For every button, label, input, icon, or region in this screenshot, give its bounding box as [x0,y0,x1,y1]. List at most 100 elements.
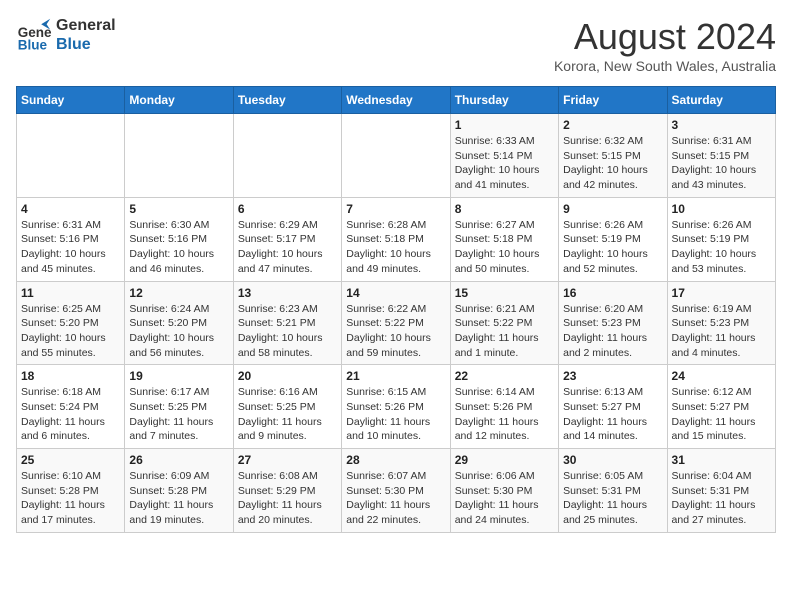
calendar-week-1: 1 Sunrise: 6:33 AMSunset: 5:14 PMDaylight… [17,114,776,198]
calendar-cell: 4Sunrise: 6:31 AMSunset: 5:16 PMDaylight… [17,197,125,281]
day-number: 9 [563,202,662,216]
day-info: Sunrise: 6:04 AMSunset: 5:31 PMDaylight:… [672,469,771,528]
calendar-cell: 29 Sunrise: 6:06 AMSunset: 5:30 PMDayligh… [450,449,558,533]
day-header-tuesday: Tuesday [233,87,341,114]
day-header-saturday: Saturday [667,87,775,114]
day-info: Sunrise: 6:28 AMSunset: 5:18 PMDaylight:… [346,218,445,277]
day-info: Sunrise: 6:07 AMSunset: 5:30 PMDaylight:… [346,469,445,528]
day-number: 31 [672,453,771,467]
day-number: 24 [672,369,771,383]
day-info: Sunrise: 6:13 AMSunset: 5:27 PMDaylight:… [563,385,662,444]
day-info: Sunrise: 6:24 AMSunset: 5:20 PMDaylight:… [129,302,228,361]
day-header-sunday: Sunday [17,87,125,114]
calendar-cell: 22Sunrise: 6:14 AMSunset: 5:26 PMDayligh… [450,365,558,449]
day-info: Sunrise: 6:20 AMSunset: 5:23 PMDaylight:… [563,302,662,361]
day-info: Sunrise: 6:31 AMSunset: 5:15 PMDaylight:… [672,134,771,193]
day-info: Sunrise: 6:25 AMSunset: 5:20 PMDaylight:… [21,302,120,361]
day-number: 10 [672,202,771,216]
day-number: 28 [346,453,445,467]
calendar-cell: 27 Sunrise: 6:08 AMSunset: 5:29 PMDayligh… [233,449,341,533]
day-number: 1 [455,118,554,132]
calendar-cell [125,114,233,198]
day-number: 13 [238,286,337,300]
day-number: 20 [238,369,337,383]
day-number: 29 [455,453,554,467]
day-info: Sunrise: 6:23 AMSunset: 5:21 PMDaylight:… [238,302,337,361]
day-info: Sunrise: 6:16 AMSunset: 5:25 PMDaylight:… [238,385,337,444]
calendar-cell: 11 Sunrise: 6:25 AMSunset: 5:20 PMDayligh… [17,281,125,365]
calendar-cell: 18 Sunrise: 6:18 AMSunset: 5:24 PMDayligh… [17,365,125,449]
logo: General Blue General Blue [16,16,116,54]
calendar-cell: 24 Sunrise: 6:12 AMSunset: 5:27 PMDayligh… [667,365,775,449]
calendar-cell: 23Sunrise: 6:13 AMSunset: 5:27 PMDayligh… [559,365,667,449]
day-number: 8 [455,202,554,216]
calendar-cell: 10 Sunrise: 6:26 AMSunset: 5:19 PMDayligh… [667,197,775,281]
day-info: Sunrise: 6:15 AMSunset: 5:26 PMDaylight:… [346,385,445,444]
logo-icon: General Blue [16,17,52,53]
day-number: 22 [455,369,554,383]
day-info: Sunrise: 6:19 AMSunset: 5:23 PMDaylight:… [672,302,771,361]
day-info: Sunrise: 6:30 AMSunset: 5:16 PMDaylight:… [129,218,228,277]
calendar-cell: 8 Sunrise: 6:27 AMSunset: 5:18 PMDaylight… [450,197,558,281]
day-number: 18 [21,369,120,383]
day-number: 17 [672,286,771,300]
day-info: Sunrise: 6:08 AMSunset: 5:29 PMDaylight:… [238,469,337,528]
calendar-cell: 14 Sunrise: 6:22 AMSunset: 5:22 PMDayligh… [342,281,450,365]
calendar-header-row: SundayMondayTuesdayWednesdayThursdayFrid… [17,87,776,114]
calendar-cell: 17 Sunrise: 6:19 AMSunset: 5:23 PMDayligh… [667,281,775,365]
calendar-week-5: 25Sunrise: 6:10 AMSunset: 5:28 PMDayligh… [17,449,776,533]
day-header-monday: Monday [125,87,233,114]
day-header-thursday: Thursday [450,87,558,114]
calendar-cell: 28 Sunrise: 6:07 AMSunset: 5:30 PMDayligh… [342,449,450,533]
calendar-body: 1 Sunrise: 6:33 AMSunset: 5:14 PMDaylight… [17,114,776,533]
day-info: Sunrise: 6:12 AMSunset: 5:27 PMDaylight:… [672,385,771,444]
day-info: Sunrise: 6:22 AMSunset: 5:22 PMDaylight:… [346,302,445,361]
day-number: 25 [21,453,120,467]
day-info: Sunrise: 6:31 AMSunset: 5:16 PMDaylight:… [21,218,120,277]
day-number: 14 [346,286,445,300]
day-number: 6 [238,202,337,216]
logo-line2: Blue [56,35,116,54]
day-info: Sunrise: 6:06 AMSunset: 5:30 PMDaylight:… [455,469,554,528]
day-number: 30 [563,453,662,467]
calendar-cell: 5 Sunrise: 6:30 AMSunset: 5:16 PMDaylight… [125,197,233,281]
calendar-cell [233,114,341,198]
logo-line1: General [56,16,116,35]
day-header-wednesday: Wednesday [342,87,450,114]
calendar-week-2: 4Sunrise: 6:31 AMSunset: 5:16 PMDaylight… [17,197,776,281]
calendar-cell: 26 Sunrise: 6:09 AMSunset: 5:28 PMDayligh… [125,449,233,533]
calendar-cell: 19 Sunrise: 6:17 AMSunset: 5:25 PMDayligh… [125,365,233,449]
calendar-cell [17,114,125,198]
day-number: 11 [21,286,120,300]
calendar-cell: 15Sunrise: 6:21 AMSunset: 5:22 PMDayligh… [450,281,558,365]
calendar-table: SundayMondayTuesdayWednesdayThursdayFrid… [16,86,776,533]
day-info: Sunrise: 6:26 AMSunset: 5:19 PMDaylight:… [563,218,662,277]
day-number: 21 [346,369,445,383]
calendar-cell: 1 Sunrise: 6:33 AMSunset: 5:14 PMDaylight… [450,114,558,198]
calendar-week-3: 11 Sunrise: 6:25 AMSunset: 5:20 PMDayligh… [17,281,776,365]
location-subtitle: Korora, New South Wales, Australia [554,58,776,74]
calendar-cell: 25Sunrise: 6:10 AMSunset: 5:28 PMDayligh… [17,449,125,533]
calendar-week-4: 18 Sunrise: 6:18 AMSunset: 5:24 PMDayligh… [17,365,776,449]
day-info: Sunrise: 6:21 AMSunset: 5:22 PMDaylight:… [455,302,554,361]
day-info: Sunrise: 6:17 AMSunset: 5:25 PMDaylight:… [129,385,228,444]
day-number: 16 [563,286,662,300]
calendar-cell: 3Sunrise: 6:31 AMSunset: 5:15 PMDaylight… [667,114,775,198]
day-info: Sunrise: 6:09 AMSunset: 5:28 PMDaylight:… [129,469,228,528]
day-number: 27 [238,453,337,467]
day-info: Sunrise: 6:18 AMSunset: 5:24 PMDaylight:… [21,385,120,444]
calendar-cell: 31 Sunrise: 6:04 AMSunset: 5:31 PMDayligh… [667,449,775,533]
day-info: Sunrise: 6:32 AMSunset: 5:15 PMDaylight:… [563,134,662,193]
day-number: 19 [129,369,228,383]
calendar-cell: 9 Sunrise: 6:26 AMSunset: 5:19 PMDaylight… [559,197,667,281]
calendar-cell: 21 Sunrise: 6:15 AMSunset: 5:26 PMDayligh… [342,365,450,449]
day-info: Sunrise: 6:26 AMSunset: 5:19 PMDaylight:… [672,218,771,277]
day-info: Sunrise: 6:33 AMSunset: 5:14 PMDaylight:… [455,134,554,193]
month-title: August 2024 [554,16,776,58]
day-number: 7 [346,202,445,216]
calendar-cell: 2Sunrise: 6:32 AMSunset: 5:15 PMDaylight… [559,114,667,198]
calendar-cell: 20 Sunrise: 6:16 AMSunset: 5:25 PMDayligh… [233,365,341,449]
day-info: Sunrise: 6:27 AMSunset: 5:18 PMDaylight:… [455,218,554,277]
day-number: 5 [129,202,228,216]
day-number: 26 [129,453,228,467]
